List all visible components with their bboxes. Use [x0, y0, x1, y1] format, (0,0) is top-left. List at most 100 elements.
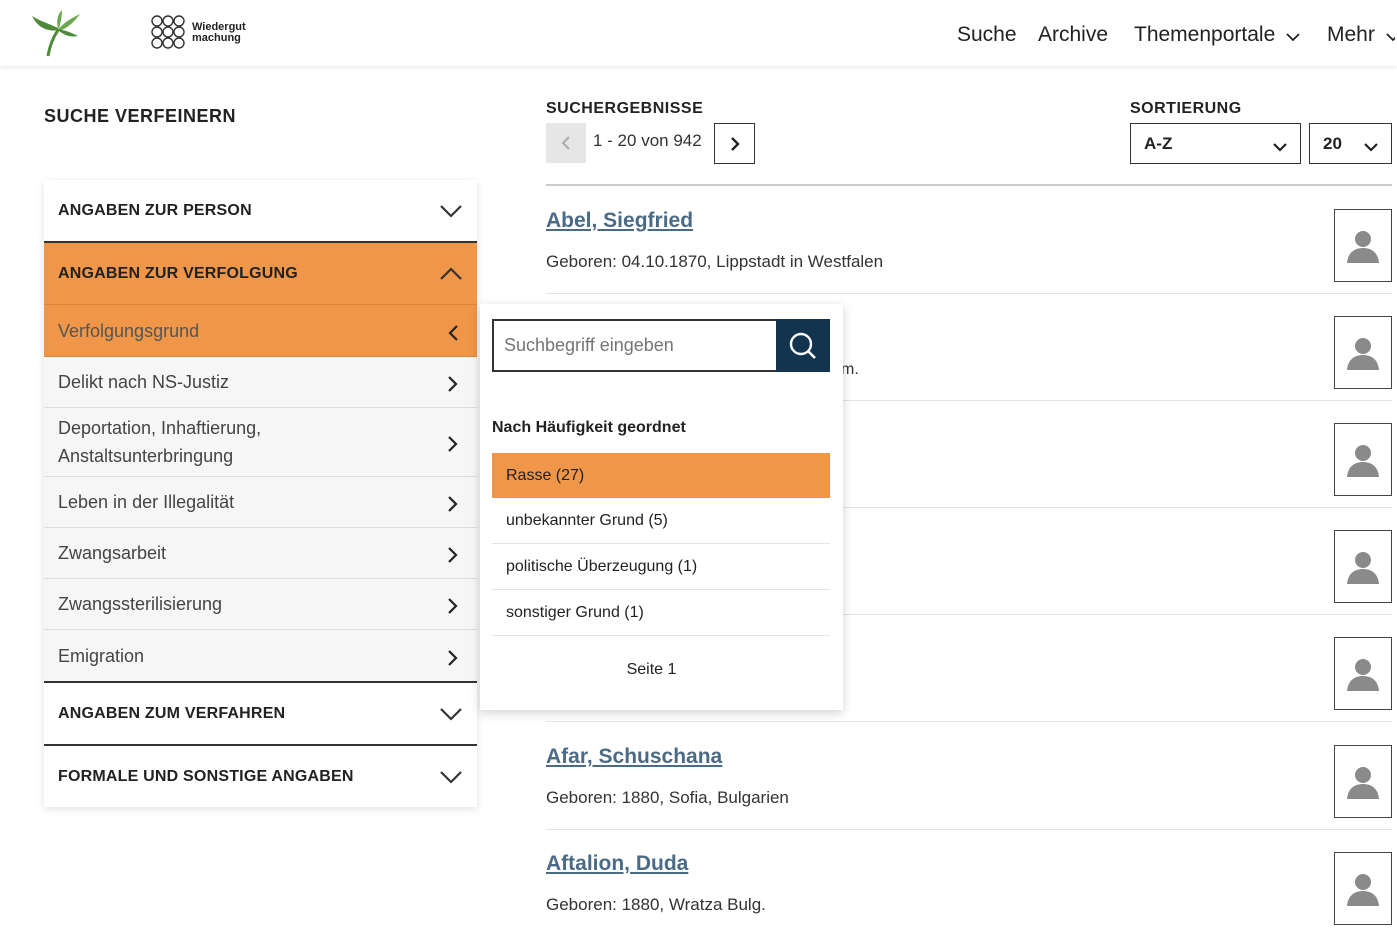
pagination-range: 1 - 20 von 942 — [593, 131, 702, 150]
sidebar-item-emigration[interactable]: Emigration — [44, 630, 477, 681]
search-icon — [789, 332, 816, 359]
sidebar-item-label: Zwangsarbeit — [58, 543, 167, 563]
sidebar-item-illegalitaet[interactable]: Leben in der Illegalität — [44, 477, 477, 528]
nav-suche[interactable]: Suche — [957, 20, 1017, 50]
result-birth-info: Geboren: 1880, Wratza Bulg. — [546, 895, 766, 914]
previous-page-button[interactable] — [546, 123, 586, 163]
chevron-right-icon — [447, 433, 459, 452]
chevron-left-icon — [561, 136, 570, 150]
per-page-select[interactable]: 20 — [1309, 123, 1392, 164]
section-label: ANGABEN ZUR VERFOLGUNG — [58, 264, 298, 282]
chevron-right-icon — [447, 493, 459, 512]
person-placeholder-thumbnail[interactable] — [1334, 745, 1392, 818]
nav-archive-label: Archive — [1038, 23, 1109, 46]
next-page-button[interactable] — [714, 123, 755, 164]
person-icon — [1347, 337, 1379, 370]
section-label: ANGABEN ZUR PERSON — [58, 201, 252, 219]
section-formale-angaben[interactable]: FORMALE UND SONSTIGE ANGABEN — [44, 744, 477, 807]
verfolgungsgrund-flyout: Nach Häufigkeit geordnet Rasse (27) unbe… — [480, 304, 843, 710]
sort-select[interactable]: A-Z — [1130, 123, 1301, 164]
rings-logo-icon — [151, 15, 185, 49]
person-placeholder-thumbnail[interactable] — [1334, 852, 1392, 925]
flyout-page-indicator[interactable]: Seite 1 — [480, 661, 823, 679]
plant-logo-icon[interactable] — [28, 10, 84, 58]
section-label: ANGABEN ZUM VERFAHREN — [58, 704, 286, 722]
filter-option[interactable]: sonstiger Grund (1) — [492, 591, 830, 636]
chevron-down-icon — [439, 706, 463, 722]
person-placeholder-thumbnail[interactable] — [1334, 637, 1392, 710]
filter-option-label: Rasse (27) — [506, 466, 585, 484]
sidebar-item-deportation[interactable]: Deportation, Inhaftierung, Anstaltsunter… — [44, 408, 477, 477]
chevron-right-icon — [730, 136, 740, 151]
logo-text-line2: machung — [192, 32, 241, 44]
chevron-right-icon — [447, 647, 459, 666]
person-placeholder-thumbnail[interactable] — [1334, 530, 1392, 603]
top-header: Wiedergut machung Suche Archive Themenpo… — [0, 0, 1397, 66]
chevron-right-icon — [447, 544, 459, 563]
section-angaben-person[interactable]: ANGABEN ZUR PERSON — [44, 180, 477, 243]
chevron-down-icon — [1363, 138, 1379, 152]
result-name-link[interactable]: Afar, Schuschana — [546, 745, 722, 769]
result-name-link[interactable]: Abel, Siegfried — [546, 209, 693, 233]
partial-result-text: m. — [841, 361, 859, 378]
sidebar-item-label: Deportation, Inhaftierung, Anstaltsunter… — [58, 418, 262, 466]
filter-option-label: sonstiger Grund (1) — [506, 604, 644, 621]
filter-option[interactable]: politische Überzeugung (1) — [492, 545, 830, 590]
sidebar-title: SUCHE VERFEINERN — [44, 106, 237, 126]
chevron-down-icon — [1285, 27, 1301, 43]
result-birth-info: Geboren: 04.10.1870, Lippstadt in Westfa… — [546, 252, 884, 271]
section-angaben-verfahren[interactable]: ANGABEN ZUM VERFAHREN — [44, 681, 477, 744]
person-icon — [1347, 658, 1379, 691]
sort-select-value: A-Z — [1144, 133, 1173, 153]
result-row: Aftalion, Duda Geboren: 1880, Wratza Bul… — [546, 830, 1392, 931]
nav-themenportale[interactable]: Themenportale — [1134, 20, 1301, 50]
nav-suche-label: Suche — [957, 23, 1017, 46]
sidebar-item-label: Leben in der Illegalität — [58, 492, 235, 512]
nav-mehr-label: Mehr — [1327, 23, 1375, 46]
person-placeholder-thumbnail[interactable] — [1334, 423, 1392, 496]
nav-themenportale-label: Themenportale — [1134, 23, 1276, 46]
sort-heading: SORTIERUNG — [1130, 100, 1242, 117]
filter-panel: ANGABEN ZUR PERSON ANGABEN ZUR VERFOLGUN… — [44, 180, 477, 807]
chevron-down-icon — [439, 203, 463, 219]
flyout-search-button[interactable] — [776, 319, 830, 372]
result-birth-info: Geboren: 1880, Sofia, Bulgarien — [546, 788, 789, 807]
wiedergutmachung-logo[interactable]: Wiedergut machung — [150, 14, 260, 52]
logo-text: Wiedergut machung — [192, 22, 246, 44]
results-divider — [546, 184, 1392, 186]
nav-archive[interactable]: Archive — [1038, 20, 1108, 50]
chevron-left-icon — [447, 322, 459, 341]
sidebar-item-label: Zwangssterilisierung — [58, 594, 223, 614]
result-name-link[interactable]: Aftalion, Duda — [546, 852, 688, 876]
sidebar-item-verfolgungsgrund[interactable]: Verfolgungsgrund — [44, 305, 477, 357]
result-row: Afar, Schuschana Geboren: 1880, Sofia, B… — [546, 723, 1392, 830]
chevron-right-icon — [447, 595, 459, 614]
filter-option[interactable]: Rasse (27) — [492, 453, 830, 498]
result-row: Abel, Siegfried Geboren: 04.10.1870, Lip… — [546, 187, 1392, 294]
person-placeholder-thumbnail[interactable] — [1334, 209, 1392, 282]
sidebar-item-label: Emigration — [58, 645, 145, 666]
flyout-sort-heading: Nach Häufigkeit geordnet — [492, 419, 686, 436]
flyout-search-input[interactable] — [492, 319, 778, 372]
sidebar-item-zwangssterilisierung[interactable]: Zwangssterilisierung — [44, 579, 477, 630]
per-page-value: 20 — [1323, 133, 1342, 153]
chevron-up-icon — [439, 266, 463, 282]
person-icon — [1347, 444, 1379, 477]
filter-option-label: politische Überzeugung (1) — [506, 558, 698, 575]
person-icon — [1347, 873, 1379, 906]
section-label: FORMALE UND SONSTIGE ANGABEN — [58, 767, 354, 785]
chevron-down-icon — [1272, 138, 1288, 152]
sidebar-item-zwangsarbeit[interactable]: Zwangsarbeit — [44, 528, 477, 579]
nav-mehr[interactable]: Mehr — [1327, 20, 1395, 50]
person-icon — [1347, 766, 1379, 799]
sidebar-item-label: Verfolgungsgrund — [58, 320, 200, 341]
results-heading: SUCHERGEBNISSE — [546, 100, 704, 117]
chevron-right-icon — [447, 373, 459, 392]
section-angaben-verfolgung[interactable]: ANGABEN ZUR VERFOLGUNG — [44, 243, 477, 305]
sidebar-item-delikt[interactable]: Delikt nach NS-Justiz — [44, 357, 477, 408]
chevron-down-icon — [1385, 27, 1395, 43]
sidebar-item-label: Delikt nach NS-Justiz — [58, 372, 230, 392]
filter-option-label: unbekannter Grund (5) — [506, 512, 668, 529]
filter-option[interactable]: unbekannter Grund (5) — [492, 499, 830, 544]
person-placeholder-thumbnail[interactable] — [1334, 316, 1392, 389]
